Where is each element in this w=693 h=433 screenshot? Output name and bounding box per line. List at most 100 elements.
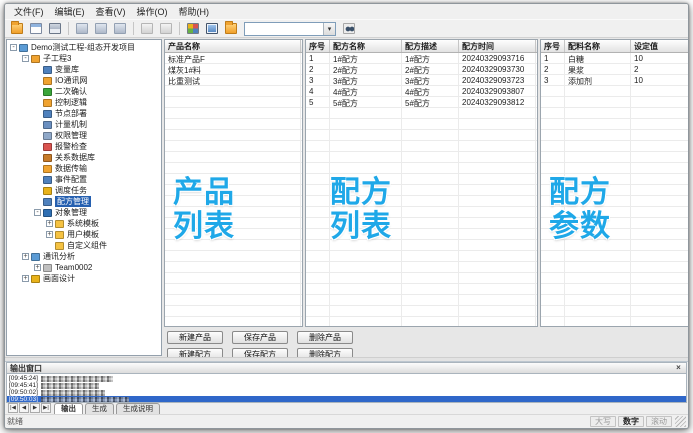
tree-item[interactable]: +Team0002 (7, 262, 161, 273)
tab-nav-icon[interactable]: ◀ (19, 403, 29, 413)
output-tab[interactable]: 输出 (54, 403, 83, 414)
redo-icon[interactable] (157, 21, 175, 37)
table-row[interactable]: 3添加剂10 (541, 75, 689, 86)
network-icon[interactable] (184, 21, 202, 37)
status-indicator: 数字 (618, 416, 644, 427)
column-header[interactable]: 产品名称 (165, 40, 301, 52)
tree-item[interactable]: +自定义组件 (7, 240, 161, 251)
column-header[interactable]: 设定值 (631, 40, 689, 52)
expander-icon[interactable]: + (34, 264, 41, 271)
column-gridline (541, 53, 565, 326)
action-button[interactable]: 删除产品 (297, 331, 353, 344)
tree-item[interactable]: +二次确认 (7, 86, 161, 97)
find-icon[interactable] (340, 21, 358, 37)
tree-item[interactable]: +控制逻辑 (7, 97, 161, 108)
column-header[interactable]: 配方时间 (459, 40, 536, 52)
tree-item[interactable]: +关系数据库 (7, 152, 161, 163)
expander-icon[interactable]: + (22, 275, 29, 282)
network-icon (187, 23, 199, 34)
menu-item[interactable]: 操作(O) (132, 4, 173, 19)
table-row[interactable]: 比重测试 (165, 75, 302, 86)
log-timestamp: [09:45:24] (9, 375, 38, 382)
chevron-down-icon[interactable]: ▾ (323, 23, 335, 35)
undo-icon[interactable] (138, 21, 156, 37)
tree-item[interactable]: +权限管理 (7, 130, 161, 141)
menu-item[interactable]: 文件(F) (9, 4, 49, 19)
table-row[interactable]: 55#配方5#配方20240329093812 (306, 97, 537, 108)
tree-item[interactable]: +系统模板 (7, 218, 161, 229)
new-window-icon[interactable] (27, 21, 45, 37)
output-tab[interactable]: 生成说明 (116, 403, 160, 414)
product-table: 产品名称标准产品F煤灰1#料比重测试产品 列表 (164, 39, 303, 327)
logic-icon (43, 99, 52, 107)
expander-icon[interactable]: - (10, 44, 17, 51)
expander-icon[interactable]: - (34, 209, 41, 216)
tree-item[interactable]: +IO通讯网 (7, 75, 161, 86)
table-body: 11#配方1#配方2024032909371622#配方2#配方20240329… (306, 53, 537, 326)
toolbar-combobox[interactable]: ▾ (244, 22, 336, 36)
tree-item[interactable]: - 子工程3 (7, 53, 161, 64)
output-tab[interactable]: 生成 (85, 403, 114, 414)
table-row[interactable]: 44#配方4#配方20240329093807 (306, 86, 537, 97)
tree-item[interactable]: +画面设计 (7, 273, 161, 284)
tab-nav-icon[interactable]: |◀ (8, 403, 18, 413)
log-line[interactable]: [09:50:02] (7, 389, 686, 396)
copy-icon[interactable] (92, 21, 110, 37)
tree-item[interactable]: +报警检查 (7, 141, 161, 152)
tree-item[interactable]: +配方管理 (7, 196, 161, 207)
tree-item[interactable]: +调度任务 (7, 185, 161, 196)
log-line[interactable]: [09:45:41] (7, 382, 686, 389)
monitor-icon[interactable] (203, 21, 221, 37)
save-icon[interactable] (46, 21, 64, 37)
table-cell: 煤灰1#料 (165, 64, 301, 75)
recipe-table: 序号配方名称配方描述配方时间11#配方1#配方2024032909371622#… (305, 39, 538, 327)
tree-item-label: 报警检查 (55, 141, 87, 152)
action-button[interactable]: 新建产品 (167, 331, 223, 344)
tree-item[interactable]: +节点部署 (7, 108, 161, 119)
expander-icon[interactable]: + (22, 253, 29, 260)
tree-item[interactable]: -对象管理 (7, 207, 161, 218)
column-header[interactable]: 配方描述 (402, 40, 459, 52)
table-cell: 4#配方 (402, 86, 459, 97)
tree-item[interactable]: +变量库 (7, 64, 161, 75)
tree-item-label: 子工程3 (43, 53, 71, 64)
menu-item[interactable]: 帮助(H) (174, 4, 215, 19)
column-header[interactable]: 序号 (541, 40, 565, 52)
table-row[interactable]: 1白糖10 (541, 53, 689, 64)
table-cell: 4#配方 (330, 86, 402, 97)
close-icon[interactable]: × (674, 364, 683, 373)
log-line[interactable]: [09:45:24] (7, 375, 686, 382)
table-row[interactable]: 2果浆2 (541, 64, 689, 75)
tree-item[interactable]: -Demo测试工程-组态开发项目 (7, 42, 161, 53)
tree-item[interactable]: +事件配置 (7, 174, 161, 185)
tab-nav-icon[interactable]: ▶| (41, 403, 51, 413)
log-line[interactable]: [09:50:03] (7, 396, 686, 403)
table-cell: 1 (541, 53, 565, 64)
menu-item[interactable]: 查看(V) (91, 4, 131, 19)
expander-icon[interactable]: + (46, 231, 53, 238)
folder-upload-icon[interactable] (222, 21, 240, 37)
column-header[interactable]: 配料名称 (565, 40, 631, 52)
expander-icon[interactable]: - (22, 55, 29, 62)
resize-grip-icon[interactable] (675, 416, 686, 427)
paste-icon[interactable] (111, 21, 129, 37)
table-row[interactable]: 33#配方3#配方20240329093723 (306, 75, 537, 86)
table-row[interactable]: 煤灰1#料 (165, 64, 302, 75)
table-row[interactable]: 标准产品F (165, 53, 302, 64)
tree-item[interactable]: +计量机制 (7, 119, 161, 130)
expander-icon[interactable]: + (46, 220, 53, 227)
table-cell: 1#配方 (402, 53, 459, 64)
tab-nav-icon[interactable]: ▶ (30, 403, 40, 413)
column-header[interactable]: 配方名称 (330, 40, 402, 52)
tree-item[interactable]: +数据传输 (7, 163, 161, 174)
table-cell: 2#配方 (402, 64, 459, 75)
tree-item[interactable]: +通讯分析 (7, 251, 161, 262)
menu-item[interactable]: 编辑(E) (50, 4, 90, 19)
table-row[interactable]: 22#配方2#配方20240329093730 (306, 64, 537, 75)
action-button[interactable]: 保存产品 (232, 331, 288, 344)
open-project-icon[interactable] (8, 21, 26, 37)
tree-item[interactable]: +用户模板 (7, 229, 161, 240)
cut-icon[interactable] (73, 21, 91, 37)
column-header[interactable]: 序号 (306, 40, 330, 52)
table-row[interactable]: 11#配方1#配方20240329093716 (306, 53, 537, 64)
